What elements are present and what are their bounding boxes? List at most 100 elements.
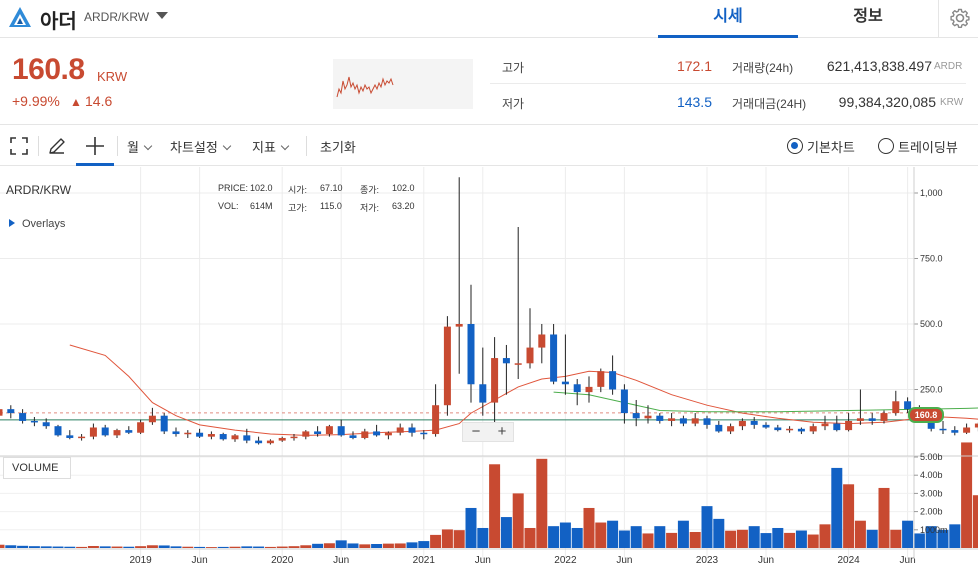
- volume-bar: [689, 531, 701, 548]
- candle-body: [172, 431, 180, 435]
- indicators-label: 지표: [252, 140, 276, 155]
- candle-body: [184, 432, 192, 435]
- chevron-down-icon: [280, 141, 290, 151]
- fullscreen-icon[interactable]: [9, 136, 29, 156]
- candle-body: [337, 426, 345, 436]
- volume-bar: [843, 484, 855, 548]
- basic-chart-radio[interactable]: [787, 138, 803, 154]
- candle-body: [384, 432, 392, 436]
- candle-body: [609, 371, 617, 390]
- candle-body: [833, 423, 841, 431]
- indicators-dropdown[interactable]: 지표: [252, 137, 290, 156]
- time-tick-label: Jun: [475, 555, 491, 564]
- tab-price[interactable]: 시세: [658, 0, 798, 38]
- volume-panel-button[interactable]: VOLUME: [3, 457, 71, 479]
- header-divider: [938, 0, 939, 38]
- moving-average-short: [69, 344, 978, 436]
- chart-toolbar: 월 차트설정 지표 초기화 기본차트 트레이딩뷰: [0, 126, 978, 166]
- volume-bar: [630, 526, 642, 548]
- volume-tick-label: 4.00b: [920, 470, 943, 480]
- price-chart[interactable]: 1,000 750.0 500.0 250.0 2019 Jun 2020 Jun 2021 Ju…: [0, 167, 978, 564]
- candlestick-chart[interactable]: 1,000 750.0 500.0 250.0 2019 Jun 2020 Jun 2021 Ju…: [0, 167, 978, 564]
- info-low-value: 63.20: [392, 201, 415, 211]
- candle-body: [349, 435, 357, 438]
- overlays-label: Overlays: [22, 218, 66, 230]
- volume-24h-unit: ARDR: [934, 61, 963, 72]
- volume-bar: [394, 543, 406, 548]
- reset-button[interactable]: 초기화: [320, 137, 356, 156]
- candle-body: [432, 405, 440, 435]
- candle-body: [632, 413, 640, 419]
- candle-body: [538, 334, 546, 348]
- tradingview-label[interactable]: 트레이딩뷰: [898, 137, 958, 156]
- volume-bar: [229, 546, 241, 548]
- coin-selector-caret-icon[interactable]: [156, 12, 168, 19]
- candle-body: [30, 420, 38, 423]
- volume-grid: [0, 456, 914, 531]
- volume-bar: [87, 545, 99, 548]
- chevron-down-icon: [222, 141, 232, 151]
- zoom-in-button[interactable]: +: [489, 423, 515, 441]
- candle-body: [196, 432, 204, 437]
- candle-body: [620, 389, 628, 414]
- current-price: 160.8: [12, 53, 85, 86]
- price-tick-label: 750.0: [920, 254, 943, 264]
- toolbar-divider: [306, 136, 307, 156]
- change-rate: +9.99%: [12, 93, 60, 109]
- info-vol-value: 614M: [250, 201, 273, 211]
- tab-info[interactable]: 정보: [798, 0, 938, 38]
- info-open-value: 67.10: [320, 183, 343, 193]
- volume-bar: [253, 546, 265, 548]
- overlays-toggle[interactable]: Overlays: [9, 218, 65, 230]
- coin-name: 아더: [40, 11, 77, 33]
- tradingview-radio[interactable]: [878, 138, 894, 154]
- volume-bar: [430, 534, 442, 548]
- volume-bar: [170, 546, 182, 548]
- candle-body: [207, 434, 215, 437]
- volume-bar: [276, 546, 288, 548]
- candle-body: [278, 437, 286, 441]
- time-tick-label: Jun: [333, 555, 349, 564]
- volume-bar: [784, 532, 796, 548]
- zoom-out-button[interactable]: −: [463, 423, 489, 441]
- volume-bar: [406, 542, 418, 548]
- pencil-icon[interactable]: [47, 136, 67, 156]
- volume-bar: [949, 524, 961, 548]
- period-dropdown[interactable]: 월: [127, 137, 153, 156]
- expand-triangle-icon: [9, 219, 15, 227]
- candle-body: [78, 436, 86, 439]
- volume-bar: [748, 526, 760, 548]
- candle-body: [255, 440, 263, 444]
- time-tick-label: 2019: [129, 555, 152, 564]
- change-amount: 14.6: [85, 93, 113, 109]
- basic-chart-label[interactable]: 기본차트: [807, 137, 855, 156]
- candle-body: [243, 435, 251, 441]
- candles: [0, 177, 978, 445]
- candle-body: [856, 418, 864, 421]
- chevron-down-icon: [143, 141, 153, 151]
- volume-bar: [713, 518, 725, 548]
- toolbar-divider: [38, 136, 39, 156]
- volume-bar: [913, 533, 925, 548]
- candle-body: [809, 426, 817, 432]
- candle-body: [491, 358, 499, 403]
- toolbar-divider: [117, 136, 118, 156]
- ardor-logo-icon: [9, 7, 31, 27]
- volume-bar: [288, 546, 300, 548]
- up-arrow-icon: ▲: [70, 95, 82, 109]
- volume-bar: [418, 541, 430, 548]
- candle-body: [137, 422, 145, 433]
- gear-icon[interactable]: [950, 8, 970, 28]
- volume-bar: [441, 529, 453, 548]
- candle-body: [679, 418, 687, 424]
- volume-bar: [323, 543, 335, 548]
- candle-body: [774, 427, 782, 431]
- price-tick-label: 500.0: [920, 319, 943, 329]
- crosshair-icon[interactable]: [85, 136, 105, 156]
- candle-body: [644, 415, 652, 419]
- candle-body: [479, 384, 487, 403]
- candle-body: [786, 428, 794, 431]
- chart-settings-dropdown[interactable]: 차트설정: [170, 137, 232, 156]
- time-tick-label: 2023: [696, 555, 719, 564]
- volume-bars: [0, 442, 978, 548]
